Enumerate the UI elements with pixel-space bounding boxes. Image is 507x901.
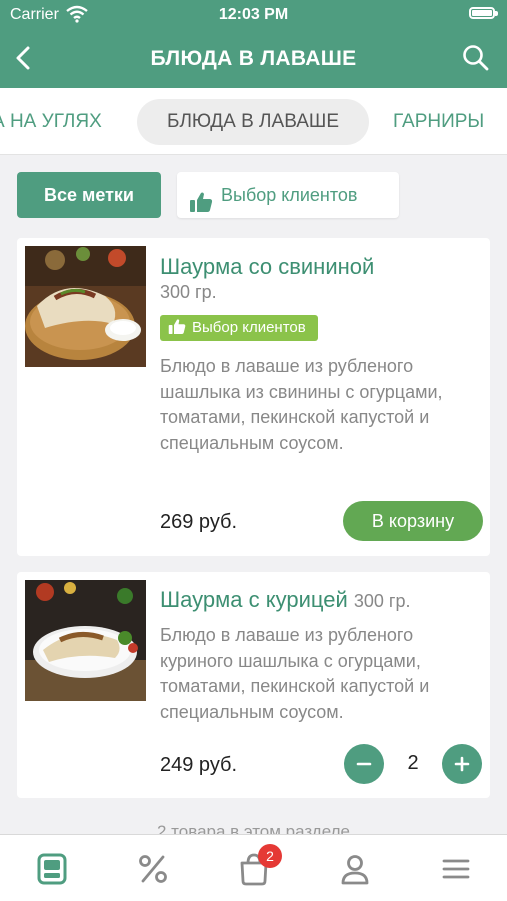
- quantity-value: 2: [407, 752, 419, 774]
- tab-profile[interactable]: [335, 849, 375, 889]
- product-price: 249 руб.: [160, 754, 238, 776]
- product-price: 269 руб.: [160, 511, 238, 533]
- product-weight: 300 гр.: [353, 591, 411, 611]
- tab-more[interactable]: [436, 849, 476, 889]
- cart-count-badge: 2: [258, 844, 282, 868]
- thumbs-up-icon: [189, 184, 213, 230]
- category-tabs: А НА УГЛЯХ БЛЮДА В ЛАВАШЕ ГАРНИРЫ: [0, 88, 507, 155]
- search-button[interactable]: [459, 41, 493, 75]
- customer-choice-label: Выбор клиентов: [221, 185, 358, 205]
- customer-choice-badge: Выбор клиентов: [160, 315, 318, 341]
- add-to-cart-button[interactable]: В корзину: [343, 501, 483, 541]
- badge-label: Выбор клиентов: [192, 319, 306, 336]
- tab-promotions[interactable]: [133, 849, 173, 889]
- search-icon: [463, 45, 489, 71]
- product-image-pork-shawarma[interactable]: [25, 246, 146, 367]
- plus-icon: [454, 756, 470, 772]
- tab-menu[interactable]: [32, 849, 72, 889]
- battery-icon: [469, 7, 498, 19]
- product-description: Блюдо в лаваше из рубленого шашлыка из с…: [160, 356, 443, 453]
- profile-icon: [341, 855, 369, 885]
- hamburger-icon: [442, 859, 470, 879]
- product-weight: 300 гр.: [160, 282, 217, 302]
- decrease-quantity-button[interactable]: [344, 744, 384, 784]
- product-description: Блюдо в лаваше из рубленого куриного шаш…: [160, 625, 430, 722]
- product-card[interactable]: Шаурма с курицей 300 гр. Блюдо в лаваше …: [17, 572, 490, 798]
- percent-icon: [139, 855, 167, 883]
- customer-choice-filter[interactable]: Выбор клиентов: [177, 172, 399, 218]
- increase-quantity-button[interactable]: [442, 744, 482, 784]
- product-name-text: Шаурма с курицей: [160, 587, 348, 612]
- tab-grill[interactable]: А НА УГЛЯХ: [0, 99, 102, 145]
- thumbs-up-icon: [168, 318, 186, 344]
- tab-garnish[interactable]: ГАРНИРЫ: [393, 99, 484, 145]
- page-title: БЛЮДА В ЛАВАШЕ: [150, 47, 357, 70]
- product-name[interactable]: Шаурма со свининой: [160, 254, 374, 280]
- menu-catalog-icon: [37, 853, 67, 885]
- product-image-chicken-shawarma[interactable]: [25, 580, 146, 701]
- minus-icon: [356, 762, 372, 766]
- status-bar: Carrier 12:03 PM: [0, 0, 507, 32]
- bottom-tab-bar: [0, 834, 507, 901]
- all-tags-button[interactable]: Все метки: [17, 172, 161, 218]
- product-card[interactable]: Шаурма со свининой 300 гр. Выбор клиенто…: [17, 238, 490, 556]
- product-name[interactable]: Шаурма с курицей 300 гр.: [160, 587, 411, 613]
- nav-bar: БЛЮДА В ЛАВАШЕ: [0, 32, 507, 88]
- clock: 12:03 PM: [218, 6, 289, 23]
- tab-lavash[interactable]: БЛЮДА В ЛАВАШЕ: [137, 99, 369, 145]
